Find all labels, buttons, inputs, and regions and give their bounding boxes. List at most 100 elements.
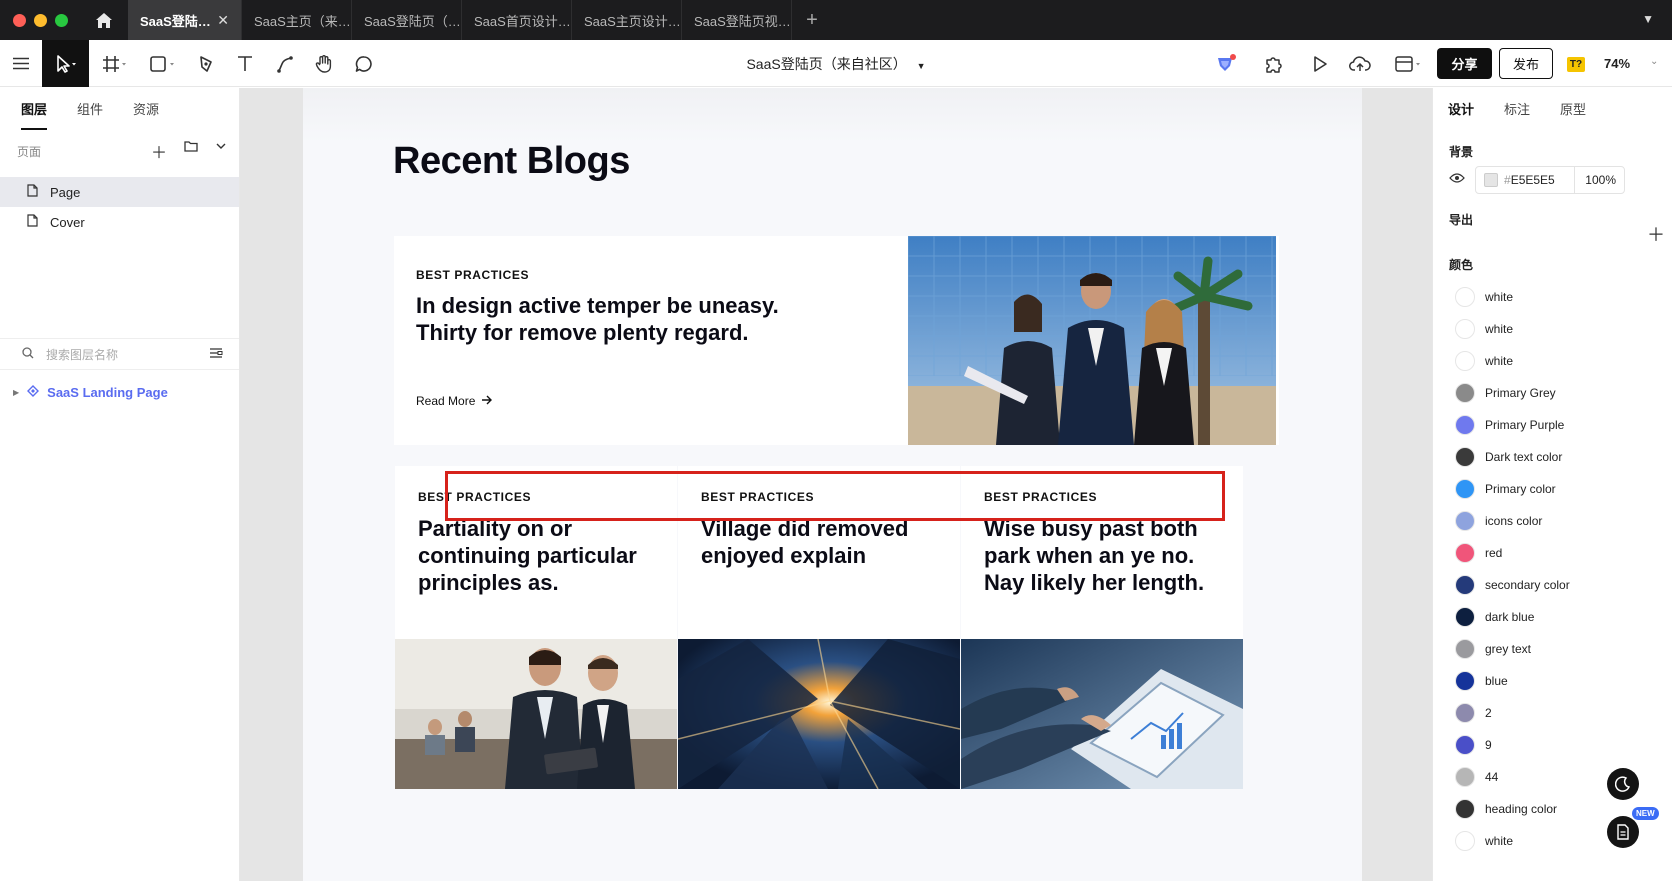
color-swatch[interactable] (1455, 287, 1475, 307)
filter-icon[interactable] (209, 347, 223, 362)
page-item-cover[interactable]: Cover (0, 207, 239, 237)
color-style-item[interactable]: grey text (1455, 634, 1531, 664)
color-style-item[interactable]: secondary color (1455, 570, 1570, 600)
color-style-item[interactable]: white (1455, 282, 1513, 312)
rectangle-tool-icon[interactable] (145, 40, 181, 87)
background-hex-value[interactable]: #E5E5E5 (1504, 173, 1574, 187)
pen-tool-icon[interactable] (193, 40, 219, 87)
color-style-item[interactable]: Primary Purple (1455, 410, 1564, 440)
layout-panel-icon[interactable] (1390, 40, 1426, 87)
color-style-item[interactable]: white (1455, 346, 1513, 376)
color-style-item[interactable]: white (1455, 826, 1513, 856)
folder-icon[interactable] (184, 139, 198, 163)
tab-document-6[interactable]: SaaS登陆页视… (682, 0, 792, 40)
color-style-item[interactable]: icons color (1455, 506, 1542, 536)
layer-saas-landing-page[interactable]: ▶ SaaS Landing Page (13, 385, 168, 400)
color-style-item[interactable]: 2 (1455, 698, 1492, 728)
page-item-page[interactable]: Page (0, 177, 239, 207)
color-swatch[interactable] (1455, 575, 1475, 595)
collapse-pages-chevron-icon[interactable] (215, 139, 227, 163)
zoom-level[interactable]: 74% (1604, 56, 1630, 71)
artboard-frame[interactable]: Recent Blogs BEST PRACTICES In design ac… (303, 88, 1362, 881)
layer-search-bar[interactable]: 搜索图层名称 (0, 338, 239, 370)
color-swatch[interactable] (1455, 671, 1475, 691)
tab-document-5[interactable]: SaaS主页设计… (572, 0, 682, 40)
cloud-upload-icon[interactable] (1346, 40, 1374, 87)
color-swatch[interactable] (1455, 543, 1475, 563)
tab-layers[interactable]: 图层 (21, 99, 48, 130)
maximize-window-button[interactable] (55, 13, 68, 27)
tab-assets[interactable]: 资源 (133, 99, 159, 118)
notes-icon[interactable] (1607, 816, 1639, 848)
featured-blog-card[interactable]: BEST PRACTICES In design active temper b… (394, 236, 1279, 445)
tab-document-1[interactable]: SaaS登陆… ✕ (128, 0, 242, 40)
add-tab-button[interactable]: + (792, 9, 832, 32)
color-swatch[interactable] (1455, 639, 1475, 659)
color-swatch[interactable] (1455, 447, 1475, 467)
color-swatch[interactable] (1455, 799, 1475, 819)
tab-document-4[interactable]: SaaS首页设计… (462, 0, 572, 40)
layers-panel: 图层 组件 资源 页面 ＋ Page Cover 搜索图层名称 ▶ SaaS L… (0, 88, 240, 881)
color-style-item[interactable]: Dark text color (1455, 442, 1562, 472)
color-style-item[interactable]: blue (1455, 666, 1508, 696)
background-color-field[interactable]: #E5E5E5 100% (1475, 166, 1625, 194)
color-swatch[interactable] (1455, 735, 1475, 755)
color-style-item[interactable]: dark blue (1455, 602, 1534, 632)
tab-document-3[interactable]: SaaS登陆页（… (352, 0, 462, 40)
translate-icon[interactable]: T? (1567, 57, 1585, 72)
background-opacity-value[interactable]: 100% (1574, 167, 1624, 193)
expand-triangle-icon[interactable]: ▶ (13, 388, 19, 397)
play-prototype-icon[interactable] (1306, 40, 1334, 87)
add-export-icon[interactable]: ＋ (1647, 221, 1665, 247)
color-swatch[interactable] (1455, 351, 1475, 371)
color-style-item[interactable]: Primary color (1455, 474, 1556, 504)
close-tab-icon[interactable]: ✕ (217, 12, 229, 29)
zoom-chevron-icon[interactable]: ⌄ (1650, 56, 1658, 67)
comment-tool-icon[interactable] (351, 40, 377, 87)
eye-visibility-icon[interactable] (1449, 171, 1465, 189)
color-swatch[interactable] (1455, 319, 1475, 339)
color-style-item[interactable]: Primary Grey (1455, 378, 1556, 408)
tab-components[interactable]: 组件 (77, 99, 103, 118)
tab-annotation[interactable]: 标注 (1504, 99, 1530, 118)
background-color-swatch[interactable] (1484, 173, 1498, 187)
color-style-item[interactable]: 9 (1455, 730, 1492, 760)
color-style-item[interactable]: white (1455, 314, 1513, 344)
color-swatch[interactable] (1455, 415, 1475, 435)
tab-design[interactable]: 设计 (1448, 99, 1474, 118)
color-swatch[interactable] (1455, 767, 1475, 787)
color-swatch[interactable] (1455, 511, 1475, 531)
plugin-icon[interactable] (1259, 40, 1289, 87)
document-menu-chevron-icon[interactable]: ▼ (917, 61, 926, 71)
minimize-window-button[interactable] (34, 13, 47, 27)
color-style-item[interactable]: 44 (1455, 762, 1498, 792)
tab-list-chevron-icon[interactable]: ▼ (1642, 12, 1654, 26)
menu-icon[interactable] (8, 40, 34, 87)
hand-tool-icon[interactable] (311, 40, 337, 87)
document-title[interactable]: SaaS登陆页（来自社区） (746, 56, 906, 72)
color-style-item[interactable]: red (1455, 538, 1502, 568)
recent-blogs-heading[interactable]: Recent Blogs (393, 140, 630, 183)
color-swatch[interactable] (1455, 479, 1475, 499)
add-page-icon[interactable]: ＋ (151, 139, 167, 163)
dark-mode-toggle-icon[interactable] (1607, 768, 1639, 800)
tab-prototype[interactable]: 原型 (1560, 99, 1586, 118)
connector-tool-icon[interactable] (272, 40, 298, 87)
color-swatch[interactable] (1455, 607, 1475, 627)
read-more-link[interactable]: Read More (416, 394, 493, 408)
close-window-button[interactable] (13, 13, 26, 27)
color-swatch[interactable] (1455, 703, 1475, 723)
publish-button[interactable]: 发布 (1499, 48, 1553, 79)
move-tool-button[interactable] (42, 40, 89, 87)
design-canvas[interactable]: Recent Blogs BEST PRACTICES In design ac… (240, 88, 1432, 881)
ai-assistant-icon[interactable] (1211, 40, 1241, 87)
share-button[interactable]: 分享 (1437, 48, 1492, 79)
color-swatch[interactable] (1455, 831, 1475, 851)
color-swatch[interactable] (1455, 383, 1475, 403)
color-style-item[interactable]: heading color (1455, 794, 1557, 824)
frame-tool-icon[interactable] (97, 40, 133, 87)
home-icon[interactable] (80, 0, 128, 40)
search-input[interactable]: 搜索图层名称 (46, 346, 118, 363)
text-tool-icon[interactable] (232, 40, 258, 87)
tab-document-2[interactable]: SaaS主页（来… (242, 0, 352, 40)
